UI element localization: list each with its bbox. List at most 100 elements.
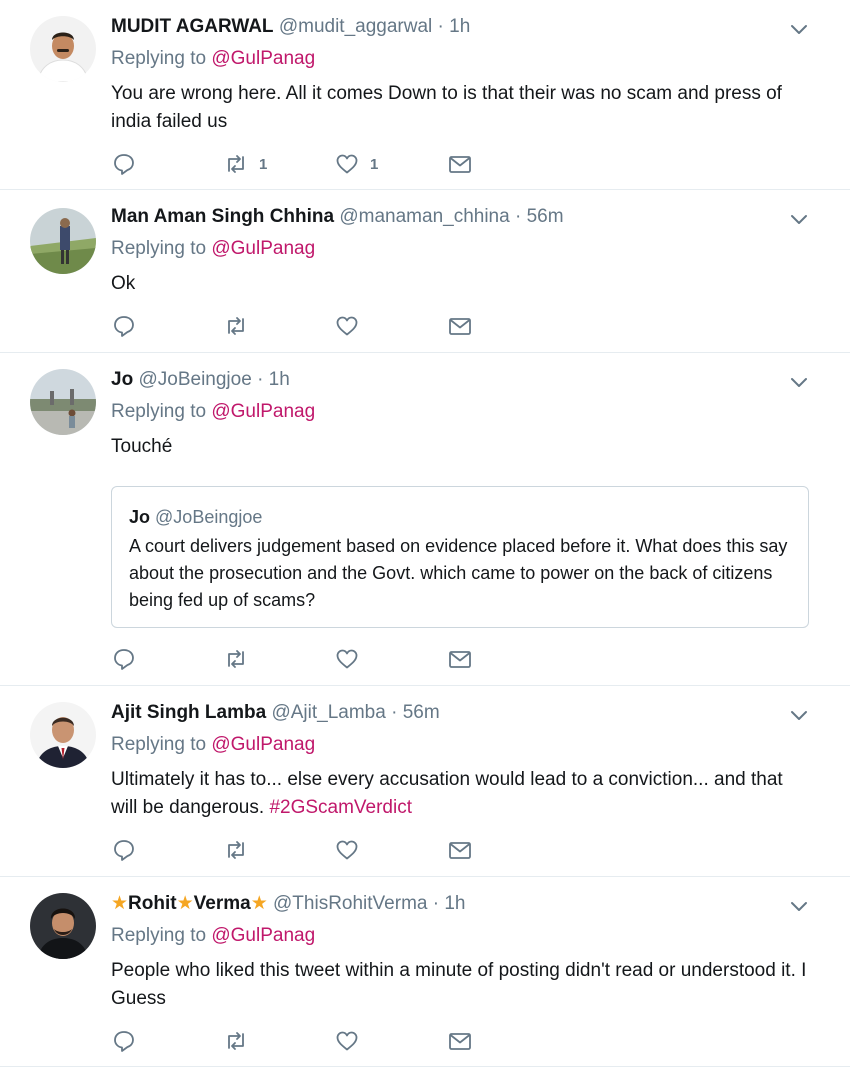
reply-button[interactable] (111, 150, 137, 178)
user-handle[interactable]: @mudit_aggarwal (279, 16, 432, 37)
direct-message-button[interactable] (447, 1027, 473, 1055)
replying-to-link[interactable]: @GulPanag (211, 238, 315, 259)
avatar-image (30, 369, 96, 435)
chevron-down-icon[interactable] (788, 371, 810, 393)
tweet-header: Jo @JoBeingjoe · 1h (111, 367, 780, 393)
avatar-image (30, 702, 96, 768)
star-icon: ★ (111, 893, 129, 914)
avatar[interactable] (30, 16, 96, 82)
tweet-text: You are wrong here. All it comes Down to… (111, 83, 782, 132)
user-handle[interactable]: @JoBeingjoe (138, 369, 251, 390)
tweet-actions (111, 836, 491, 864)
display-name[interactable]: Ajit Singh Lamba (111, 702, 266, 723)
reply-button[interactable] (111, 836, 137, 864)
chevron-down-icon[interactable] (788, 895, 810, 917)
envelope-icon (449, 1033, 471, 1050)
quoted-tweet-header: Jo @JoBeingjoe (129, 505, 262, 529)
heart-icon (336, 649, 358, 669)
envelope-icon (449, 651, 471, 668)
reply-button[interactable] (111, 312, 137, 340)
avatar-image (30, 893, 96, 959)
retweet-button[interactable]: 1 (223, 150, 267, 178)
star-icon: ★ (250, 893, 268, 914)
replying-to-link[interactable]: @GulPanag (211, 925, 315, 946)
replying-to: Replying to @GulPanag (111, 236, 315, 262)
reply-button[interactable] (111, 645, 137, 673)
like-button[interactable] (334, 1027, 370, 1055)
like-button[interactable] (334, 312, 370, 340)
tweet-actions: 1 1 (111, 150, 491, 178)
display-name-part-2[interactable]: Verma (194, 893, 251, 914)
timestamp[interactable]: 56m (527, 206, 564, 227)
retweet-button[interactable] (223, 836, 259, 864)
display-name-part-1[interactable]: Rohit (128, 893, 177, 914)
separator-dot: · (437, 16, 444, 37)
display-name[interactable]: MUDIT AGARWAL (111, 16, 274, 37)
retweet-icon (228, 155, 244, 173)
display-name[interactable]: Jo (111, 369, 133, 390)
timestamp[interactable]: 1h (449, 16, 470, 37)
retweet-button[interactable] (223, 1027, 259, 1055)
avatar[interactable] (30, 702, 96, 768)
replying-to: Replying to @GulPanag (111, 46, 315, 72)
chevron-down-icon[interactable] (788, 704, 810, 726)
avatar[interactable] (30, 893, 96, 959)
replying-prefix: Replying to (111, 925, 212, 946)
envelope-icon (449, 842, 471, 859)
direct-message-button[interactable] (447, 150, 473, 178)
user-handle[interactable]: @manaman_chhina (339, 206, 509, 227)
tweet[interactable]: Man Aman Singh Chhina @manaman_chhina · … (0, 190, 850, 353)
timestamp[interactable]: 56m (403, 702, 440, 723)
chevron-down-icon[interactable] (788, 18, 810, 40)
hashtag-link[interactable]: #2GScamVerdict (269, 797, 412, 818)
user-handle[interactable]: @Ajit_Lamba (271, 702, 385, 723)
replying-prefix: Replying to (111, 48, 212, 69)
tweet[interactable]: ★Rohit★Verma★ @ThisRohitVerma · 1h Reply… (0, 877, 850, 1067)
reply-button[interactable] (111, 1027, 137, 1055)
heart-icon (336, 154, 358, 174)
tweet-text: Ultimately it has to... else every accus… (111, 766, 811, 822)
direct-message-button[interactable] (447, 836, 473, 864)
retweet-button[interactable] (223, 312, 259, 340)
reply-icon (114, 649, 134, 670)
direct-message-button[interactable] (447, 645, 473, 673)
user-handle[interactable]: @ThisRohitVerma (273, 893, 427, 914)
tweet-header: Ajit Singh Lamba @Ajit_Lamba · 56m (111, 700, 780, 726)
like-button[interactable] (334, 645, 370, 673)
tweet-header: ★Rohit★Verma★ @ThisRohitVerma · 1h (111, 891, 780, 917)
avatar[interactable] (30, 369, 96, 435)
like-count: 1 (370, 155, 379, 173)
tweet-header: MUDIT AGARWAL @mudit_aggarwal · 1h (111, 14, 780, 40)
quoted-tweet[interactable]: Jo @JoBeingjoe A court delivers judgemen… (111, 486, 809, 628)
chevron-down-icon[interactable] (788, 208, 810, 230)
timestamp[interactable]: 1h (444, 893, 465, 914)
quoted-tweet-text: A court delivers judgement based on evid… (129, 536, 788, 610)
like-button[interactable]: 1 (334, 150, 378, 178)
timestamp[interactable]: 1h (269, 369, 290, 390)
direct-message-button[interactable] (447, 312, 473, 340)
replying-to: Replying to @GulPanag (111, 732, 315, 758)
separator-dot: · (432, 893, 440, 914)
heart-icon (336, 1031, 358, 1051)
tweet[interactable]: MUDIT AGARWAL @mudit_aggarwal · 1h Reply… (0, 0, 850, 190)
separator-dot: · (391, 702, 398, 723)
retweet-icon (228, 650, 244, 668)
display-name[interactable]: Man Aman Singh Chhina (111, 206, 334, 227)
retweet-button[interactable] (223, 645, 259, 673)
like-button[interactable] (334, 836, 370, 864)
replying-to-link[interactable]: @GulPanag (211, 401, 315, 422)
tweet-actions (111, 645, 491, 673)
tweet-text: People who liked this tweet within a min… (111, 960, 807, 1009)
heart-icon (336, 840, 358, 860)
avatar[interactable] (30, 208, 96, 274)
envelope-icon (449, 156, 471, 173)
replying-to-link[interactable]: @GulPanag (211, 734, 315, 755)
tweet[interactable]: Ajit Singh Lamba @Ajit_Lamba · 56m Reply… (0, 686, 850, 877)
replying-prefix: Replying to (111, 734, 212, 755)
reply-icon (114, 154, 134, 175)
replying-to-link[interactable]: @GulPanag (211, 48, 315, 69)
tweet-text-body: Ultimately it has to... else every accus… (111, 769, 783, 818)
tweet[interactable]: Jo @JoBeingjoe · 1h Replying to @GulPana… (0, 353, 850, 686)
separator-dot: · (257, 369, 264, 390)
quoted-user-handle: @JoBeingjoe (155, 507, 263, 527)
